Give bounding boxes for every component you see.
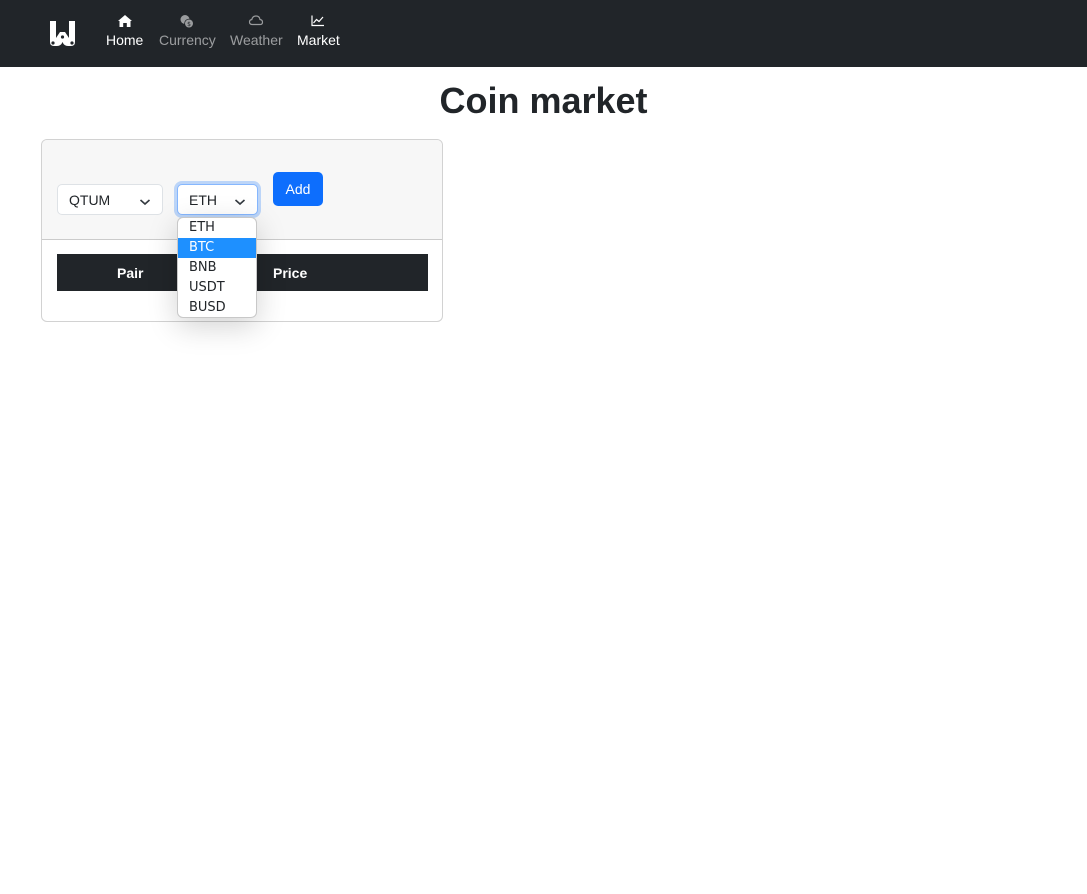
base-coin-select[interactable]: QTUM [57,184,163,215]
dropdown-option-usdt[interactable]: USDT [178,278,256,298]
nav-label-home: Home [106,32,144,48]
brand-logo-icon[interactable] [47,17,78,48]
quote-coin-value: ETH [189,192,217,208]
add-button[interactable]: Add [273,172,323,206]
dropdown-option-busd[interactable]: BUSD [178,298,256,317]
page-title: Coin market [439,80,648,121]
nav-item-weather[interactable]: Weather [230,14,283,48]
coins-icon: $ [159,14,216,30]
nav-item-home[interactable]: Home [106,14,143,48]
chart-line-icon [297,14,340,30]
nav-label-currency: Currency [159,32,216,48]
nav-item-currency[interactable]: $ Currency [159,14,216,48]
house-icon [106,14,143,30]
column-header-pair: Pair [117,265,144,281]
chevron-down-icon [234,194,246,210]
svg-text:$: $ [187,21,191,28]
dropdown-option-eth[interactable]: ETH [178,218,256,238]
dropdown-option-bnb[interactable]: BNB [178,258,256,278]
dropdown-option-btc[interactable]: BTC [178,238,256,258]
base-coin-value: QTUM [69,192,111,208]
nav-item-market[interactable]: Market [297,14,340,48]
chevron-down-icon [139,194,151,210]
quote-coin-select[interactable]: ETH [177,184,258,215]
column-header-price: Price [273,265,308,281]
nav-label-weather: Weather [230,32,283,48]
cloud-icon [230,14,283,30]
top-navbar: Home $ Currency Weather Market [0,0,1087,67]
nav-label-market: Market [297,32,340,48]
quote-coin-dropdown: ETH BTC BNB USDT BUSD [177,217,257,318]
